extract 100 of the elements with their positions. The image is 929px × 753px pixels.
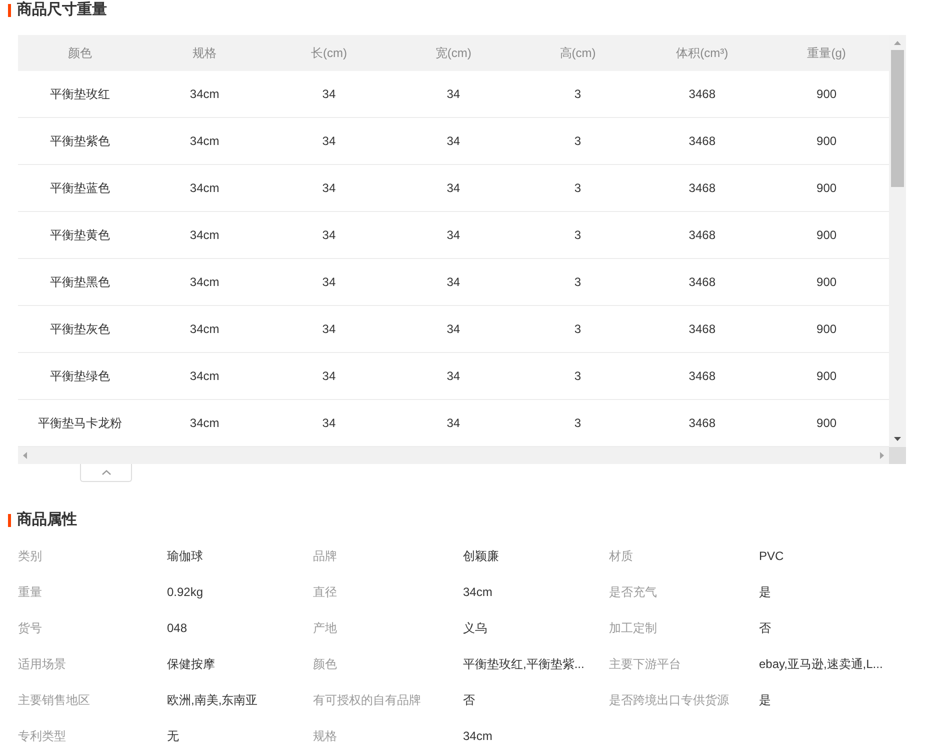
- attribute-label: 主要下游平台: [609, 656, 681, 673]
- table-cell-text: 3468: [688, 227, 716, 244]
- table-cell-text: 3: [573, 133, 582, 150]
- table-cell-text: 900: [816, 415, 838, 432]
- table-cell-text: 平衡垫紫色: [49, 133, 112, 150]
- vertical-scrollbar[interactable]: [889, 35, 906, 447]
- attribute-value: 是: [759, 584, 771, 601]
- table-cell-text: 平衡垫黄色: [49, 227, 112, 244]
- table-cell-text: 34: [446, 368, 462, 385]
- attribute-value: 欧洲,南美,东南亚: [167, 692, 258, 709]
- section-title: 商品尺寸重量: [17, 0, 107, 20]
- table-cell-text: 34cm: [188, 415, 220, 432]
- table-cell-text: 34: [446, 227, 462, 244]
- column-header: 重量(g): [806, 45, 847, 62]
- attribute-label: 有可授权的自有品牌: [313, 692, 421, 709]
- left-arrow-icon[interactable]: [23, 452, 27, 459]
- column-header: 宽(cm): [434, 45, 472, 62]
- table-cell-text: 34: [446, 321, 462, 338]
- attribute-label: 主要销售地区: [18, 692, 90, 709]
- attribute-value: 34cm: [463, 584, 492, 601]
- table-cell-text: 34: [446, 133, 462, 150]
- attribute-label: 重量: [18, 584, 42, 601]
- attribute-label: 品牌: [313, 548, 337, 565]
- down-arrow-icon[interactable]: [894, 437, 901, 441]
- table-cell-text: 34: [321, 321, 337, 338]
- attribute-label: 材质: [609, 548, 633, 565]
- table-cell-text: 3: [573, 86, 582, 103]
- column-header: 颜色: [67, 45, 94, 62]
- table-cell-text: 3: [573, 415, 582, 432]
- table-cell-text: 平衡垫绿色: [49, 368, 112, 385]
- attribute-value: 34cm: [463, 728, 492, 745]
- right-arrow-icon[interactable]: [880, 452, 884, 459]
- attribute-value: 平衡垫玫红,平衡垫紫...: [463, 656, 584, 673]
- table-cell-text: 34cm: [188, 368, 220, 385]
- column-header: 长(cm): [310, 45, 348, 62]
- table-cell-text: 900: [816, 227, 838, 244]
- attribute-label: 直径: [313, 584, 337, 601]
- table-cell-text: 3: [573, 227, 582, 244]
- table-cell-text: 34: [321, 274, 337, 291]
- attribute-label: 是否充气: [609, 584, 657, 601]
- table-cell-text: 3468: [688, 86, 716, 103]
- column-header: 高(cm): [558, 45, 597, 62]
- attribute-value: ebay,亚马逊,速卖通,L...: [759, 656, 883, 673]
- table-cell-text: 900: [816, 321, 838, 338]
- table-cell-text: 3468: [688, 368, 716, 385]
- attribute-value: 048: [167, 620, 188, 637]
- table-cell-text: 900: [816, 133, 838, 150]
- table-cell-text: 3468: [688, 321, 716, 338]
- table-cell-text: 3468: [688, 180, 716, 197]
- attribute-label: 专利类型: [18, 728, 66, 745]
- table-cell-text: 3468: [688, 274, 716, 291]
- attribute-value: 否: [463, 692, 475, 709]
- table-cell-text: 900: [816, 368, 838, 385]
- table-cell-text: 34: [321, 415, 337, 432]
- table-cell-text: 34: [446, 415, 462, 432]
- attribute-label: 产地: [313, 620, 337, 637]
- table-cell-text: 3468: [688, 415, 716, 432]
- table-cell-text: 平衡垫黑色: [49, 274, 112, 291]
- table-cell-text: 34: [321, 86, 337, 103]
- table-cell-text: 34: [321, 180, 337, 197]
- collapse-button[interactable]: [80, 464, 132, 482]
- table-cell-text: 34: [446, 274, 462, 291]
- table-cell-text: 34: [321, 368, 337, 385]
- table-cell-text: 34cm: [188, 86, 220, 103]
- scrollbar-corner: [889, 447, 906, 464]
- table-cell-text: 34cm: [188, 180, 220, 197]
- accent-bar: [8, 514, 11, 526]
- attribute-label: 颜色: [313, 656, 337, 673]
- table-cell-text: 3468: [688, 133, 716, 150]
- table-cell-text: 平衡垫灰色: [49, 321, 112, 338]
- horizontal-scrollbar[interactable]: [18, 447, 889, 464]
- attribute-value: 无: [167, 728, 179, 745]
- table-cell-text: 900: [816, 274, 838, 291]
- table-cell-text: 34cm: [188, 321, 220, 338]
- scrollbar-thumb[interactable]: [891, 50, 904, 187]
- attribute-value: 保健按摩: [167, 656, 215, 673]
- section-title: 商品属性: [17, 510, 77, 530]
- attribute-label: 货号: [18, 620, 42, 637]
- attribute-value: 0.92kg: [167, 584, 204, 601]
- table-cell-text: 900: [816, 180, 838, 197]
- table-cell-text: 3: [573, 368, 582, 385]
- up-arrow-icon[interactable]: [894, 41, 901, 45]
- table-cell-text: 3: [573, 274, 582, 291]
- attribute-value: 义乌: [463, 620, 487, 637]
- table-cell-text: 3: [573, 180, 582, 197]
- table-cell-text: 34cm: [188, 274, 220, 291]
- table-cell-text: 平衡垫马卡龙粉: [37, 415, 124, 432]
- table-cell-text: 34: [446, 86, 462, 103]
- attribute-value: 是: [759, 692, 771, 709]
- attribute-value: 否: [759, 620, 771, 637]
- attribute-label: 类别: [18, 548, 42, 565]
- column-header: 体积(cm³): [675, 45, 730, 62]
- table-cell-text: 34: [321, 227, 337, 244]
- table-cell-text: 34: [446, 180, 462, 197]
- attribute-value: 瑜伽球: [167, 548, 203, 565]
- table-cell-text: 平衡垫蓝色: [49, 180, 112, 197]
- table-cell-text: 34: [321, 133, 337, 150]
- accent-bar: [8, 4, 11, 16]
- attribute-label: 适用场景: [18, 656, 66, 673]
- table-cell-text: 3: [573, 321, 582, 338]
